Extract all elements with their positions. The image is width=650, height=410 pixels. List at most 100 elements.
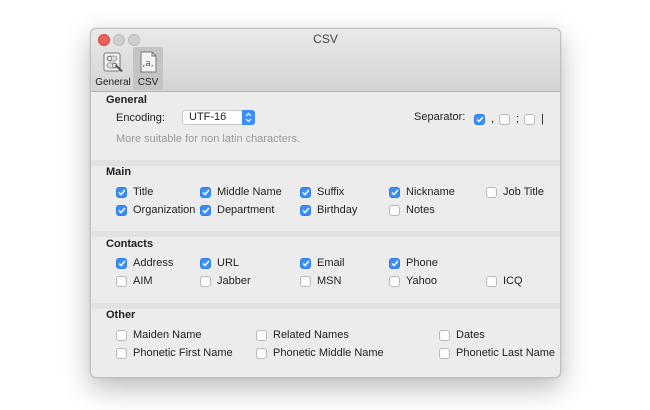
checkbox-contacts-icq[interactable]: ICQ [486,274,523,288]
checkbox-label: Suffix [317,186,345,198]
checkbox-main-middle-name[interactable]: Middle Name [200,185,282,199]
checkbox-other-phonetic-middle-name[interactable]: Phonetic Middle Name [256,346,384,360]
other-section: Other Maiden Name Related Names Dates Phone… [91,309,560,375]
checkmark-icon [389,186,400,198]
checkbox-label: Address [133,257,174,269]
checkbox-label: Nickname [406,186,455,198]
checkbox-label: MSN [317,275,342,287]
main-heading: Main [106,166,132,178]
checkbox-label: | [541,113,544,125]
encoding-hint: More suitable for non latin characters. [116,133,301,145]
checkbox-contacts-address[interactable]: Address [116,256,173,270]
checkbox-main-department[interactable]: Department [200,203,274,217]
general-switch-icon [103,52,123,72]
checkbox-main-birthday[interactable]: Birthday [300,203,357,217]
checkbox-other-phonetic-last-name[interactable]: Phonetic Last Name [439,346,555,360]
contacts-heading: Contacts [106,238,154,250]
checkbox-empty-icon [200,275,211,287]
checkbox-main-title[interactable]: Title [116,185,153,199]
window-title: CSV [313,32,338,46]
checkbox-empty-icon [486,275,497,287]
checkbox-main-notes[interactable]: Notes [389,203,435,217]
checkbox-main-organization[interactable]: Organization [116,203,195,217]
checkbox-label: URL [217,257,240,269]
checkbox-label: Related Names [273,329,349,341]
checkbox-label: Dates [456,329,485,341]
encoding-label: Encoding: [116,112,165,124]
general-heading: General [106,94,147,106]
checkbox-empty-icon [486,186,497,198]
other-heading: Other [106,309,136,321]
checkbox-other-maiden-name[interactable]: Maiden Name [116,328,201,342]
encoding-value: UTF-16 [189,111,227,123]
general-section: General Encoding: UTF-16 Separator: ,; | … [91,92,560,158]
checkbox-label: Phonetic Last Name [456,347,556,359]
checkbox-label: Jabber [217,275,251,287]
contacts-section: Contacts Address URL Email Phone AIM Jabber MS… [91,237,560,301]
checkbox-contacts-aim[interactable]: AIM [116,274,153,288]
checkbox-empty-icon [116,347,127,359]
main-section: Main Title Middle Name Suffix Nickname Job T… [91,166,560,230]
tab-general[interactable]: General [93,47,133,90]
checkbox-label: Job Title [503,186,544,198]
checkbox-empty-icon [439,347,450,359]
checkbox-empty-icon [524,113,535,125]
checkbox-label: ; [516,113,520,125]
checkbox-label: Middle Name [217,186,282,198]
checkbox-contacts-jabber[interactable]: Jabber [200,274,251,288]
checkmark-icon [200,186,211,198]
tab-csv[interactable]: ,a, CSV [133,47,163,90]
checkbox-contacts-phone[interactable]: Phone [389,256,438,270]
checkbox-main-job-title[interactable]: Job Title [486,185,544,199]
checkbox-contacts-email[interactable]: Email [300,256,345,270]
checkbox-separator-0[interactable]: , [474,112,494,126]
checkbox-separator-2[interactable]: | [524,112,544,126]
checkbox-label: Department [217,204,275,216]
checkmark-icon [474,113,485,125]
checkbox-separator-1[interactable]: ; [499,112,519,126]
checkbox-other-phonetic-first-name[interactable]: Phonetic First Name [116,346,233,360]
title-bar: CSV General ,a, CSV [91,29,560,92]
checkbox-empty-icon [116,329,127,341]
csv-document-icon: ,a, [140,51,157,73]
checkmark-icon [200,204,211,216]
checkmark-icon [200,257,211,269]
checkbox-empty-icon [439,329,450,341]
encoding-select[interactable]: UTF-16 [182,110,255,125]
checkmark-icon [116,186,127,198]
checkbox-contacts-msn[interactable]: MSN [300,274,341,288]
checkbox-label: , [491,113,495,125]
checkbox-empty-icon [256,347,267,359]
checkbox-main-nickname[interactable]: Nickname [389,185,455,199]
separator-label: Separator: [414,111,466,123]
checkbox-empty-icon [116,275,127,287]
checkbox-empty-icon [389,275,400,287]
checkbox-label: Email [317,257,345,269]
checkbox-label: Birthday [317,204,358,216]
checkmark-icon [300,204,311,216]
checkbox-contacts-url[interactable]: URL [200,256,239,270]
checkbox-other-related-names[interactable]: Related Names [256,328,349,342]
svg-text:,a,: ,a, [142,59,153,69]
checkbox-label: Phonetic Middle Name [273,347,384,359]
checkbox-main-suffix[interactable]: Suffix [300,185,344,199]
checkmark-icon [389,257,400,269]
checkmark-icon [116,204,127,216]
checkbox-label: ICQ [503,275,523,287]
checkmark-icon [116,257,127,269]
checkbox-empty-icon [256,329,267,341]
checkbox-label: Maiden Name [133,329,202,341]
checkbox-other-dates[interactable]: Dates [439,328,485,342]
checkbox-label: Organization [133,204,196,216]
stepper-arrows-icon [242,110,255,125]
checkbox-empty-icon [300,275,311,287]
csv-preferences-window: CSV General ,a, CSV General Encoding: UT… [90,28,561,378]
preferences-content: General Encoding: UTF-16 Separator: ,; | … [91,92,560,377]
checkbox-contacts-yahoo[interactable]: Yahoo [389,274,437,288]
checkbox-label: Phonetic First Name [133,347,233,359]
checkbox-label: Yahoo [406,275,437,287]
checkbox-empty-icon [389,204,400,216]
checkmark-icon [300,186,311,198]
checkbox-label: Title [133,186,154,198]
checkbox-label: Notes [406,204,435,216]
